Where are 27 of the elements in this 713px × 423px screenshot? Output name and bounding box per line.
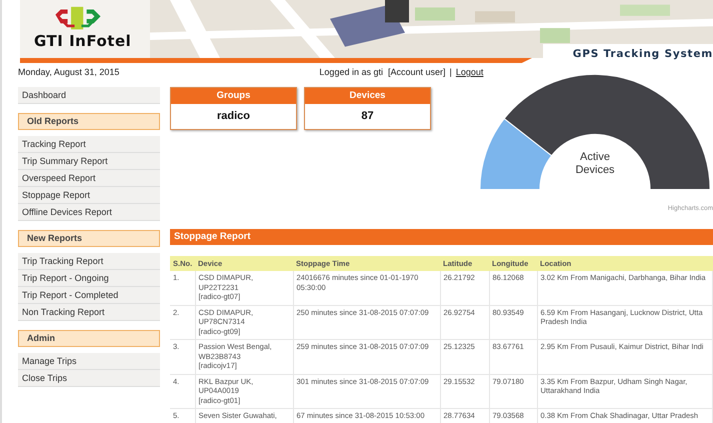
card-value: radico — [216, 109, 251, 124]
logout-link[interactable]: Logout — [456, 67, 484, 77]
sidebar-item[interactable]: Non Tracking Report — [18, 304, 160, 321]
gauge-label: Active Devices — [574, 151, 616, 177]
sidebar-item[interactable]: Manage Trips — [18, 353, 160, 370]
logo-text: GTI InFotel — [34, 32, 132, 50]
section-header: New Reports — [18, 230, 160, 247]
sidebar-item[interactable]: Overspeed Report — [18, 170, 160, 187]
section-header: Admin — [18, 330, 160, 347]
sidebar-item[interactable]: Trip Report - Ongoing — [18, 270, 160, 287]
sidebar-item[interactable]: Stoppage Report — [18, 187, 160, 204]
sidebar-item[interactable]: Trip Report - Completed — [18, 287, 160, 304]
login-text: Logged in as gti [Account user] — [319, 67, 446, 77]
card-title: Groups — [171, 88, 296, 104]
app-title: GPS Tracking System — [572, 48, 713, 60]
section-header: Old Reports — [18, 113, 160, 130]
separator: | — [450, 67, 452, 77]
sidebar-item[interactable]: Close Trips — [18, 370, 160, 387]
sidebar-item[interactable]: Trip Summary Report — [18, 153, 160, 170]
sidebar-item[interactable]: Offline Devices Report — [18, 204, 160, 221]
card-title: Devices — [305, 88, 430, 104]
sidebar-item[interactable]: Trip Tracking Report — [18, 253, 160, 270]
report-title: Stoppage Report — [170, 229, 713, 245]
sidebar-item[interactable]: Dashboard — [18, 87, 160, 104]
date-text: Monday, August 31, 2015 — [18, 67, 120, 77]
sidebar-item[interactable]: Tracking Report — [18, 136, 160, 153]
card-value: 87 — [360, 109, 375, 124]
